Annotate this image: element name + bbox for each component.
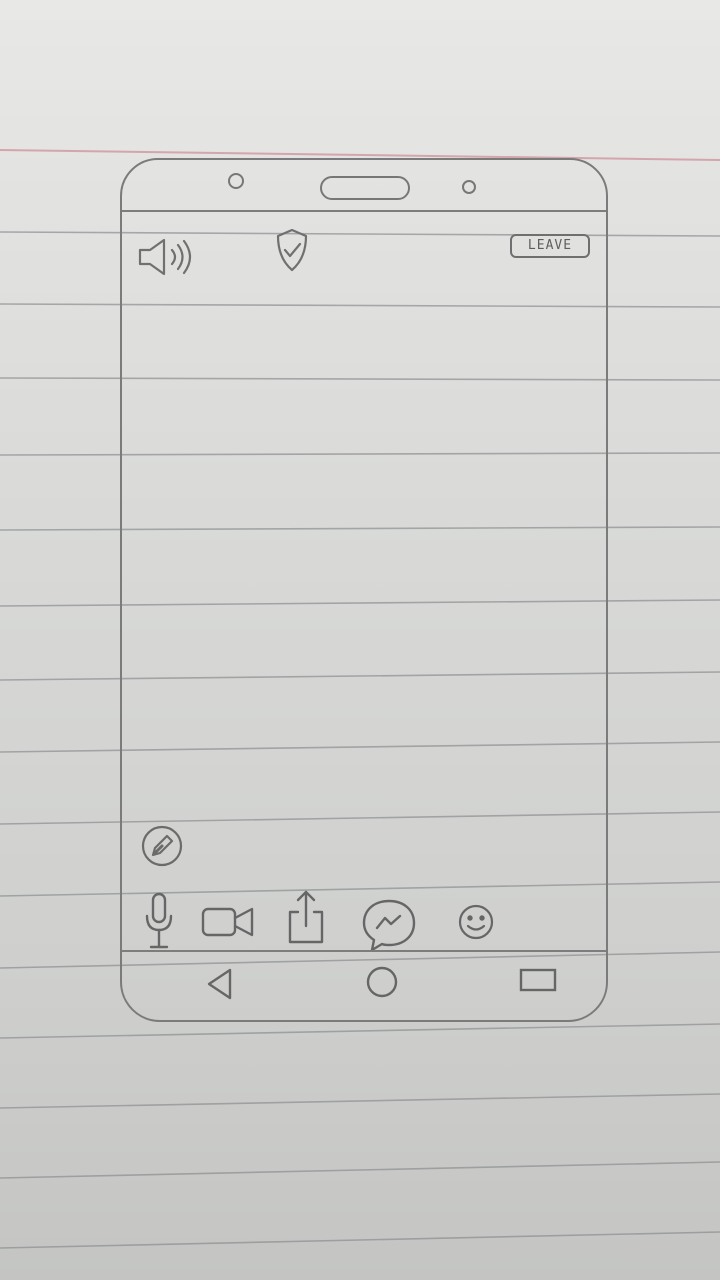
share-icon[interactable] (286, 888, 326, 946)
leave-button[interactable]: LEAVE (510, 234, 590, 258)
top-bezel (122, 160, 606, 212)
emoji-icon[interactable] (456, 902, 496, 942)
speaker-icon[interactable] (136, 234, 206, 280)
earpiece-speaker (320, 176, 410, 200)
home-circle-icon[interactable] (364, 964, 400, 1000)
phone-frame: LEAVE (120, 158, 608, 1022)
front-camera-icon (228, 173, 244, 189)
back-triangle-icon[interactable] (204, 966, 236, 1002)
navigation-bar (122, 950, 606, 1020)
recents-square-icon[interactable] (518, 966, 558, 996)
video-camera-icon[interactable] (200, 904, 256, 940)
shield-check-icon[interactable] (272, 226, 312, 274)
microphone-icon[interactable] (142, 890, 178, 952)
pencil-icon[interactable] (140, 824, 184, 868)
messenger-icon[interactable] (360, 896, 418, 954)
sensor-icon (462, 180, 476, 194)
